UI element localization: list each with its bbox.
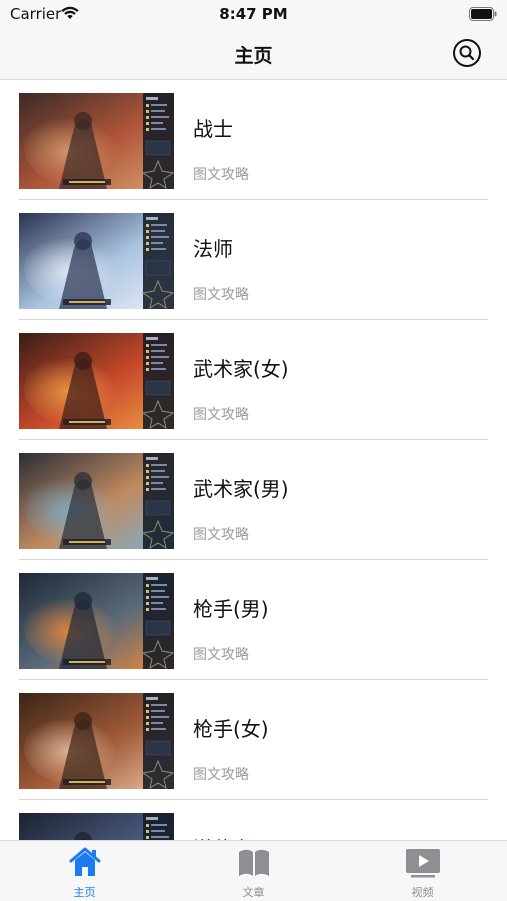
item-title: 武术家(女) [193, 357, 289, 381]
thumbnail-image [19, 333, 174, 429]
thumbnail-image [19, 93, 174, 189]
tab-articles[interactable]: 文章 [169, 841, 338, 901]
tab-articles-label: 文章 [242, 886, 265, 899]
tab-home[interactable]: 主页 [0, 841, 169, 901]
list-item[interactable]: 枪手(男) 图文攻略 [0, 560, 507, 680]
item-subtitle: 图文攻略 [193, 767, 249, 783]
page-title: 主页 [234, 45, 273, 67]
tab-videos-label: 视频 [411, 886, 434, 899]
list-item[interactable]: 法师 图文攻略 [0, 200, 507, 320]
navigation-bar: 主页 [0, 28, 507, 80]
battery-icon [469, 6, 497, 25]
item-title: 枪手(男) [193, 597, 269, 621]
item-title: 潜伏者 [193, 833, 253, 840]
thumbnail-image [19, 693, 174, 789]
list-item[interactable]: 枪手(女) 图文攻略 [0, 680, 507, 800]
item-subtitle: 图文攻略 [193, 287, 249, 303]
class-list[interactable]: 战士 图文攻略 法师 图文攻略 武术家(女) 图文攻略 武术家(男) 图文攻略 枪手(男) 图文攻… [0, 80, 507, 840]
list-item[interactable]: 潜伏者图文攻略 [0, 800, 507, 840]
tab-bar: 主页 文章 视频 [0, 840, 507, 901]
item-subtitle: 图文攻略 [193, 407, 249, 423]
status-time: 8:47 PM [219, 5, 288, 23]
search-icon [453, 39, 481, 67]
thumbnail-image [19, 573, 174, 669]
thumbnail-image [19, 813, 174, 840]
status-bar: Carrier 8:47 PM [0, 0, 507, 28]
thumbnail-image [19, 213, 174, 309]
item-subtitle: 图文攻略 [193, 647, 249, 663]
book-icon [237, 846, 271, 882]
tab-home-label: 主页 [73, 886, 96, 899]
list-item[interactable]: 战士 图文攻略 [0, 80, 507, 200]
video-icon [405, 846, 441, 882]
item-title: 战士 [193, 117, 233, 141]
thumbnail-image [19, 453, 174, 549]
item-title: 枪手(女) [193, 717, 269, 741]
list-item[interactable]: 武术家(女) 图文攻略 [0, 320, 507, 440]
item-title: 法师 [193, 237, 233, 261]
list-item[interactable]: 武术家(男) 图文攻略 [0, 440, 507, 560]
item-subtitle: 图文攻略 [193, 527, 249, 543]
home-icon [68, 846, 102, 882]
tab-videos[interactable]: 视频 [338, 841, 507, 901]
item-subtitle: 图文攻略 [193, 167, 249, 183]
search-button[interactable] [451, 37, 483, 69]
item-title: 武术家(男) [193, 477, 289, 501]
